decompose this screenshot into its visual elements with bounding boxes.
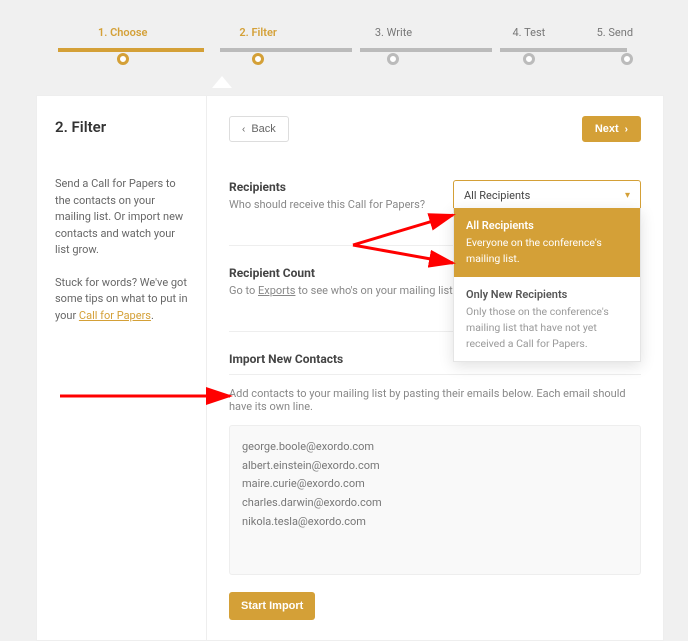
- step-write[interactable]: 3. Write: [326, 26, 461, 65]
- step-test[interactable]: 4. Test: [461, 26, 596, 65]
- filter-card: 2. Filter Send a Call for Papers to the …: [36, 95, 664, 641]
- active-step-caret-icon: [212, 76, 232, 88]
- right-panel: ‹ Back Next › Recipients Who should rece…: [207, 96, 663, 640]
- recipients-select[interactable]: All Recipients ▾: [453, 180, 641, 211]
- step-dot-icon: [387, 53, 399, 65]
- step-dot-icon: [523, 53, 535, 65]
- next-button[interactable]: Next ›: [582, 116, 641, 142]
- stepper-bar: [360, 48, 492, 52]
- recipients-dropdown: All Recipients Everyone on the conferenc…: [453, 208, 641, 362]
- import-section: Import New Contacts Add contacts to your…: [229, 352, 641, 620]
- step-send[interactable]: 5. Send: [597, 26, 633, 65]
- import-emails-textarea[interactable]: [229, 425, 641, 575]
- back-button[interactable]: ‹ Back: [229, 116, 289, 142]
- recipients-heading: Recipients: [229, 180, 425, 194]
- dropdown-option-new[interactable]: Only New Recipients Only those on the co…: [454, 277, 640, 361]
- step-filter[interactable]: 2. Filter: [190, 26, 325, 65]
- recipient-count-heading: Recipient Count: [229, 266, 456, 280]
- tips-paragraph: Stuck for words? We've got some tips on …: [55, 275, 188, 325]
- step-dot-icon: [621, 53, 633, 65]
- stepper-bar: [58, 48, 204, 52]
- step-label: 4. Test: [512, 26, 545, 39]
- step-label: 2. Filter: [239, 26, 276, 39]
- stepper-bar: [220, 48, 352, 52]
- step-dot-icon: [252, 53, 264, 65]
- stepper-bar: [500, 48, 627, 52]
- chevron-left-icon: ‹: [242, 124, 245, 135]
- wizard-stepper: 1. Choose 2. Filter 3. Write 4. Test 5. …: [0, 0, 688, 65]
- intro-paragraph: Send a Call for Papers to the contacts o…: [55, 176, 188, 259]
- page-title: 2. Filter: [55, 118, 188, 136]
- toolbar: ‹ Back Next ›: [229, 116, 641, 142]
- step-dot-icon: [117, 53, 129, 65]
- recipients-select-value: All Recipients: [464, 189, 530, 202]
- exports-link[interactable]: Exports: [258, 284, 295, 297]
- step-choose[interactable]: 1. Choose: [55, 26, 190, 65]
- dropdown-option-all[interactable]: All Recipients Everyone on the conferenc…: [454, 208, 640, 277]
- chevron-down-icon: ▾: [625, 190, 630, 201]
- step-label: 1. Choose: [98, 26, 148, 39]
- recipient-count-sub: Go to Exports to see who's on your maili…: [229, 284, 456, 297]
- call-for-papers-link[interactable]: Call for Papers: [79, 309, 151, 322]
- step-label: 5. Send: [597, 26, 633, 39]
- recipients-sub: Who should receive this Call for Papers?: [229, 198, 425, 211]
- left-panel: 2. Filter Send a Call for Papers to the …: [37, 96, 207, 640]
- step-label: 3. Write: [375, 26, 412, 39]
- start-import-button[interactable]: Start Import: [229, 592, 315, 620]
- chevron-right-icon: ›: [625, 124, 628, 135]
- import-sub: Add contacts to your mailing list by pas…: [229, 387, 641, 413]
